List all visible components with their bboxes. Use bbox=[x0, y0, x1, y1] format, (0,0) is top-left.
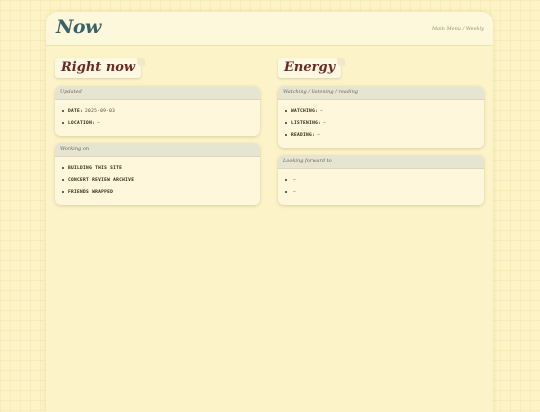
list-item-watching: Watching: — bbox=[285, 105, 477, 117]
item-label: Listening: bbox=[291, 120, 322, 126]
right-now-column: Right now Updated Date: 2025-09-03 Locat… bbox=[55, 56, 260, 212]
card-body: Date: 2025-09-03 Location: — bbox=[55, 100, 260, 136]
card-heading: Looking forward to bbox=[278, 155, 484, 169]
bullet-icon bbox=[285, 191, 287, 193]
item-value: — bbox=[317, 132, 321, 138]
bullet-icon bbox=[62, 122, 64, 124]
bullet-icon bbox=[62, 191, 64, 193]
energy-column: Energy Watching / listening / reading Wa… bbox=[278, 56, 484, 212]
working-on-card: Working on Building this site Concert re… bbox=[55, 143, 260, 205]
nav-link-main-menu[interactable]: Main Menu bbox=[432, 26, 461, 32]
list-item-location: Location: — bbox=[62, 117, 253, 129]
bullet-icon bbox=[62, 179, 64, 181]
nav-link-weekly[interactable]: Weekly bbox=[466, 26, 484, 32]
card-body: — — bbox=[278, 169, 484, 205]
column-title-right-now: Right now bbox=[55, 58, 146, 78]
column-title-text: Right now bbox=[61, 60, 136, 75]
list-item: Friends wrapped bbox=[62, 186, 253, 198]
nav-separator: / bbox=[462, 26, 465, 32]
item-value: 2025-09-03 bbox=[85, 108, 116, 114]
item-label: Watching: bbox=[291, 108, 319, 114]
item-label: Building this site bbox=[68, 165, 123, 171]
item-label: Date: bbox=[68, 108, 84, 114]
now-page: Now Main Menu / Weekly Right now Updated… bbox=[46, 12, 493, 412]
column-title-energy: Energy bbox=[278, 58, 346, 78]
card-body: Watching: — Listening: — Reading: — bbox=[278, 100, 484, 148]
page-header: Now Main Menu / Weekly bbox=[46, 12, 493, 46]
list-item-date: Date: 2025-09-03 bbox=[62, 105, 253, 117]
column-title-text: Energy bbox=[284, 60, 336, 75]
updated-card: Updated Date: 2025-09-03 Location: — bbox=[55, 86, 260, 136]
bullet-icon bbox=[285, 134, 287, 136]
page-title: Now bbox=[56, 16, 101, 38]
list-item: — bbox=[285, 174, 477, 186]
list-item: Building this site bbox=[62, 162, 253, 174]
watching-card: Watching / listening / reading Watching:… bbox=[278, 86, 484, 148]
looking-forward-card: Looking forward to — — bbox=[278, 155, 484, 205]
folded-corner-decoration bbox=[337, 58, 346, 66]
card-heading: Working on bbox=[55, 143, 260, 157]
bullet-icon bbox=[285, 179, 287, 181]
bullet-icon bbox=[285, 110, 287, 112]
item-label: Friends wrapped bbox=[68, 189, 114, 195]
item-value: — bbox=[320, 108, 324, 114]
item-label: Reading: bbox=[291, 132, 316, 138]
card-body: Building this site Concert review archiv… bbox=[55, 157, 260, 205]
folded-corner-decoration bbox=[137, 58, 146, 66]
header-nav: Main Menu / Weekly bbox=[432, 26, 484, 32]
bullet-icon bbox=[285, 122, 287, 124]
list-item: Concert review archive bbox=[62, 174, 253, 186]
list-item-listening: Listening: — bbox=[285, 117, 477, 129]
list-item-reading: Reading: — bbox=[285, 129, 477, 141]
card-heading: Updated bbox=[55, 86, 260, 100]
item-value: — bbox=[293, 177, 297, 183]
item-value: — bbox=[97, 120, 101, 126]
bullet-icon bbox=[62, 167, 64, 169]
item-label: Location: bbox=[68, 120, 96, 126]
bullet-icon bbox=[62, 110, 64, 112]
item-label: Concert review archive bbox=[68, 177, 135, 183]
item-value: — bbox=[323, 120, 327, 126]
card-heading: Watching / listening / reading bbox=[278, 86, 484, 100]
list-item: — bbox=[285, 186, 477, 198]
item-value: — bbox=[293, 189, 297, 195]
